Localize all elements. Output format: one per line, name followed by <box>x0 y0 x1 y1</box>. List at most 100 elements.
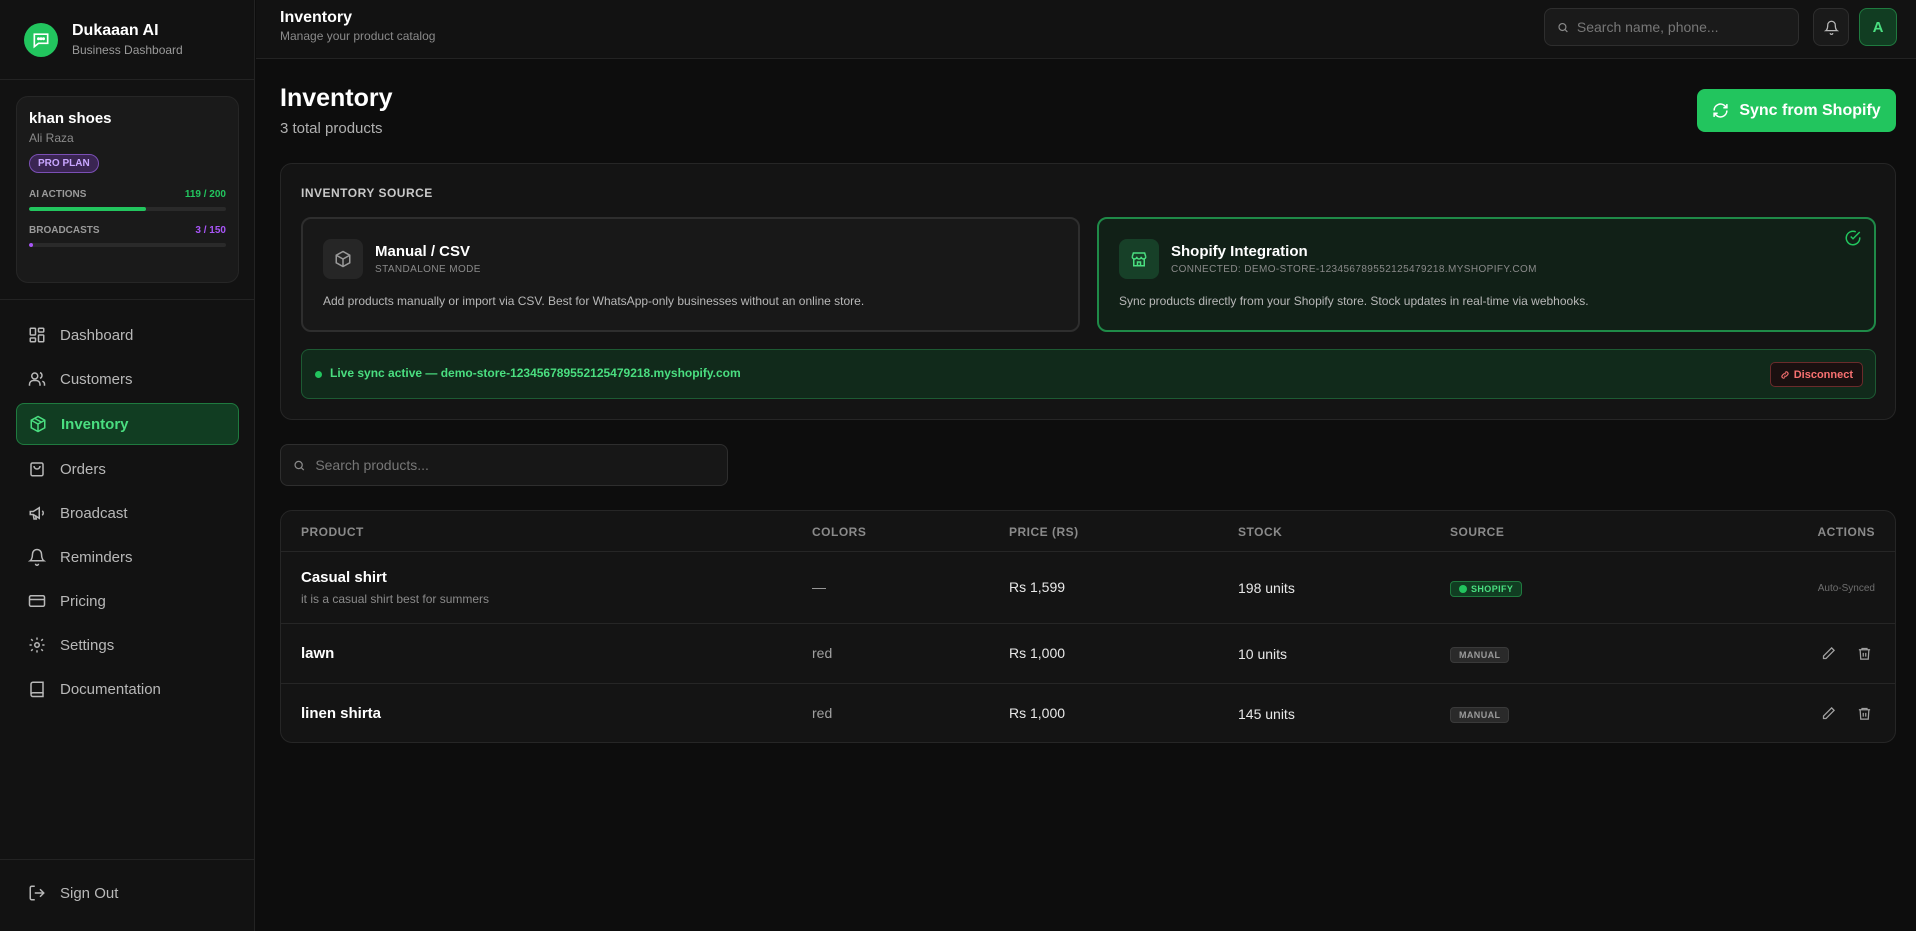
product-price: Rs 1,000 <box>1009 645 1066 661</box>
notifications-button[interactable] <box>1813 8 1849 46</box>
ai-actions-meter: AI ACTIONS 119 / 200 <box>29 189 226 211</box>
unlink-icon <box>1781 370 1789 379</box>
ai-actions-progress <box>29 207 147 211</box>
sign-out-button[interactable]: Sign Out <box>28 884 118 902</box>
live-sync-text: Live sync active — demo-store-1234567895… <box>330 366 741 380</box>
delete-button[interactable] <box>1853 702 1875 724</box>
nav-item-reminders[interactable]: Reminders <box>16 537 239 577</box>
global-search[interactable] <box>1544 8 1799 46</box>
nav-item-orders[interactable]: Orders <box>16 449 239 489</box>
product-name: lawn <box>301 645 335 662</box>
topbar-title: Inventory <box>280 9 353 26</box>
product-count: 3 total products <box>280 120 383 137</box>
auto-synced-label: Auto-Synced <box>1817 583 1875 594</box>
table-header: PRODUCT COLORS PRICE (RS) STOCK SOURCE A… <box>281 511 1895 552</box>
plan-badge: PRO PLAN <box>29 154 99 173</box>
product-description: it is a casual shirt best for summers <box>301 592 490 606</box>
nav-item-dashboard[interactable]: Dashboard <box>16 315 239 355</box>
product-colors: — <box>812 579 826 595</box>
check-circle-icon <box>1845 230 1861 246</box>
trash-icon <box>1858 707 1870 720</box>
shopify-source-card[interactable]: Shopify Integration CONNECTED: DEMO-STOR… <box>1097 217 1876 332</box>
header-source: SOURCE <box>1450 525 1505 539</box>
table-row: lawn red Rs 1,000 10 units MANUAL <box>281 624 1895 684</box>
nav-label: Dashboard <box>60 326 134 344</box>
package-icon <box>323 239 363 279</box>
manual-mode: STANDALONE MODE <box>375 264 481 275</box>
product-search-input[interactable] <box>315 457 715 473</box>
table-row: linen shirta red Rs 1,000 145 units MANU… <box>281 684 1895 742</box>
chat-logo-icon <box>24 22 58 57</box>
edit-button[interactable] <box>1817 642 1839 664</box>
nav-item-settings[interactable]: Settings <box>16 625 239 665</box>
inventory-source-panel: INVENTORY SOURCE Manual / CSV STANDALONE… <box>280 163 1896 420</box>
product-price: Rs 1,599 <box>1009 579 1066 595</box>
megaphone-icon <box>29 506 44 520</box>
avatar[interactable]: A <box>1859 8 1897 46</box>
refresh-icon <box>1713 103 1728 118</box>
brand-subtitle: Business Dashboard <box>72 43 183 57</box>
credit-card-icon <box>28 595 46 607</box>
inventory-source-heading: INVENTORY SOURCE <box>301 186 433 200</box>
delete-button[interactable] <box>1853 642 1875 664</box>
divider <box>0 859 255 860</box>
logout-icon <box>29 885 45 901</box>
broadcasts-meter: BROADCASTS 3 / 150 <box>29 225 226 247</box>
sync-button-label: Sync from Shopify <box>1739 101 1881 119</box>
shopping-bag-icon <box>30 462 44 477</box>
search-icon <box>294 460 305 471</box>
nav-label: Broadcast <box>60 504 128 522</box>
shopify-dot-icon <box>1459 585 1467 593</box>
shopify-mode: CONNECTED: DEMO-STORE-123456789552125479… <box>1171 264 1537 275</box>
store-name: khan shoes <box>29 110 112 127</box>
product-stock: 145 units <box>1238 706 1295 722</box>
brand[interactable]: Dukaaan AI Business Dashboard <box>0 0 254 80</box>
header-price: PRICE (RS) <box>1009 525 1079 539</box>
product-name: Casual shirt <box>301 569 387 586</box>
source-label: SHOPIFY <box>1471 584 1514 594</box>
nav-label: Pricing <box>60 592 106 610</box>
nav-label: Orders <box>60 460 106 478</box>
bell-icon <box>1823 20 1839 35</box>
product-name: linen shirta <box>301 705 382 722</box>
nav-label: Customers <box>60 370 133 388</box>
source-label: MANUAL <box>1459 650 1501 660</box>
header-colors: COLORS <box>812 525 867 539</box>
store-icon <box>1119 239 1159 279</box>
sync-shopify-button[interactable]: Sync from Shopify <box>1697 89 1896 132</box>
product-stock: 10 units <box>1238 646 1288 662</box>
users-icon <box>28 371 46 386</box>
nav-item-documentation[interactable]: Documentation <box>16 669 239 709</box>
divider <box>0 299 255 300</box>
nav-item-pricing[interactable]: Pricing <box>16 581 239 621</box>
global-search-input[interactable] <box>1576 19 1786 35</box>
header-stock: STOCK <box>1238 525 1283 539</box>
nav-item-inventory[interactable]: Inventory <box>16 403 239 445</box>
status-dot <box>315 371 322 378</box>
topbar: Inventory Manage your product catalog A <box>256 0 1916 59</box>
product-colors: red <box>812 705 833 721</box>
product-search[interactable] <box>280 444 728 486</box>
edit-button[interactable] <box>1817 702 1839 724</box>
source-label: MANUAL <box>1459 710 1501 720</box>
manual-source-card[interactable]: Manual / CSV STANDALONE MODE Add product… <box>301 217 1080 332</box>
pencil-icon <box>1822 706 1835 719</box>
store-card: khan shoes Ali Raza PRO PLAN AI ACTIONS … <box>16 96 239 283</box>
box-icon <box>30 415 46 433</box>
ai-actions-value: 119 / 200 <box>184 189 226 200</box>
sign-out-label: Sign Out <box>60 884 119 902</box>
nav-label: Documentation <box>60 680 161 698</box>
bell-icon <box>28 548 46 566</box>
store-owner: Ali Raza <box>29 131 74 145</box>
pencil-icon <box>1822 646 1835 659</box>
source-badge: SHOPIFY <box>1450 581 1523 597</box>
search-icon <box>1558 22 1568 32</box>
nav-label: Settings <box>60 636 115 654</box>
gear-icon <box>29 637 45 653</box>
disconnect-button[interactable]: Disconnect <box>1769 362 1863 387</box>
nav-item-customers[interactable]: Customers <box>16 359 239 399</box>
live-sync-status: Live sync active — demo-store-1234567895… <box>301 349 1876 399</box>
trash-icon <box>1858 647 1870 660</box>
source-badge: MANUAL <box>1450 707 1510 723</box>
nav-item-broadcast[interactable]: Broadcast <box>16 493 239 533</box>
